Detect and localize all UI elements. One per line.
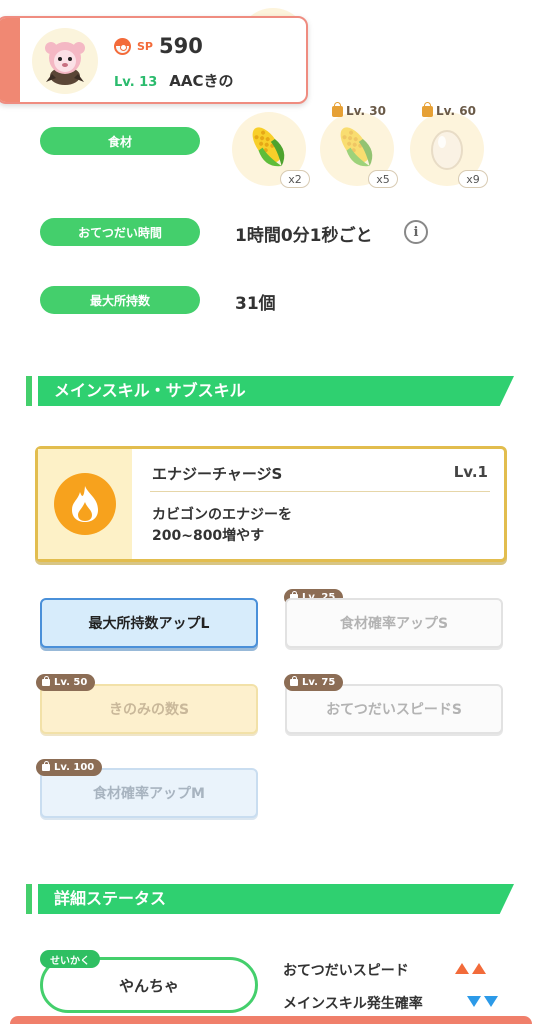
header-accent-strip — [0, 18, 20, 102]
description-line: カビゴンのエナジーを — [152, 507, 292, 523]
unlock-level-text: Lv. 50 — [54, 677, 88, 688]
section-lead-mark — [26, 884, 32, 914]
bottom-panel-edge — [10, 1016, 532, 1024]
lock-icon — [290, 676, 298, 686]
triangle-down-icon — [484, 996, 498, 1007]
sp-label: SP — [137, 39, 153, 53]
level-row: Lv. 13 AACきの — [114, 70, 234, 91]
lock-icon — [422, 101, 433, 117]
fire-icon — [54, 473, 116, 535]
corn-icon — [252, 127, 285, 167]
main-skill-name: エナジーチャージS — [152, 465, 283, 483]
sp-value: 590 — [158, 34, 203, 58]
ingredient-slot-1[interactable]: x2 — [232, 112, 310, 188]
main-skill-level: Lv.1 — [453, 463, 488, 481]
ingredients-label: 食材 — [40, 127, 200, 155]
triangle-up-icon — [472, 963, 486, 974]
pokemon-header-card[interactable]: SP 590 Lv. 13 AACきの — [0, 16, 308, 104]
info-icon[interactable]: i — [404, 220, 428, 244]
unlock-level-text: Lv. 30 — [346, 104, 386, 118]
stat-up-icon — [455, 963, 486, 974]
sp-row: SP 590 — [114, 34, 203, 58]
unlock-level-tag: Lv. 75 — [284, 674, 344, 691]
detail-section-header: 詳細ステータス — [26, 884, 514, 914]
ingredient-count: x9 — [458, 170, 488, 188]
lock-icon — [332, 101, 343, 117]
triangle-down-icon — [467, 996, 481, 1007]
corn-icon — [340, 127, 373, 167]
main-skill-description: カビゴンのエナジーを 200~800増やす — [152, 505, 292, 547]
description-line: 200~800増やす — [152, 528, 265, 544]
nature-tag: せいかく — [40, 950, 100, 968]
divider — [150, 491, 490, 492]
subskill-3[interactable]: きのみの数S — [40, 684, 258, 734]
help-time-value: 1時間0分1秒ごと — [235, 226, 373, 246]
unlock-level-tag: Lv. 50 — [36, 674, 96, 691]
section-title: 詳細ステータス — [38, 884, 514, 914]
max-carry-label: 最大所持数 — [40, 286, 200, 314]
unlock-level-tag: Lv. 30 — [332, 101, 386, 118]
triangle-up-icon — [455, 963, 469, 974]
pokemon-nickname: AACきの — [169, 72, 234, 90]
section-lead-mark — [26, 376, 32, 406]
ingredient-count: x5 — [368, 170, 398, 188]
ingredient-slot-3[interactable]: Lv. 60 x9 — [410, 101, 488, 188]
skills-section-header: メインスキル・サブスキル — [26, 376, 514, 406]
unlock-level-tag: Lv. 60 — [422, 101, 476, 118]
unlock-level-text: Lv. 60 — [436, 104, 476, 118]
pokeball-icon — [114, 37, 131, 55]
nature-effect-up-label: おてつだいスピード — [283, 963, 409, 979]
nature-effect-down-label: メインスキル発生確率 — [283, 996, 423, 1012]
help-time-label: おてつだい時間 — [40, 218, 200, 246]
lock-icon — [42, 761, 50, 771]
stat-down-icon — [467, 996, 498, 1007]
lock-icon — [42, 676, 50, 686]
unlock-level-text: Lv. 75 — [302, 677, 336, 688]
unlock-level-text: Lv. 100 — [54, 762, 95, 773]
subskill-1[interactable]: 最大所持数アップL — [40, 598, 258, 648]
main-skill-icon-panel — [38, 449, 132, 559]
max-carry-value: 31個 — [235, 294, 276, 314]
subskill-4[interactable]: おてつだいスピードS — [285, 684, 503, 734]
unlock-level-tag: Lv. 100 — [36, 759, 103, 776]
pokemon-level: Lv. 13 — [114, 75, 158, 90]
section-title: メインスキル・サブスキル — [38, 376, 514, 406]
ingredient-count: x2 — [280, 170, 310, 188]
main-skill-card[interactable]: エナジーチャージS Lv.1 カビゴンのエナジーを 200~800増やす — [35, 446, 507, 562]
pokemon-avatar-icon — [32, 28, 98, 94]
egg-icon — [431, 130, 463, 170]
ingredient-slot-2[interactable]: Lv. 30 x5 — [320, 101, 398, 188]
subskill-2[interactable]: 食材確率アップS — [285, 598, 503, 648]
